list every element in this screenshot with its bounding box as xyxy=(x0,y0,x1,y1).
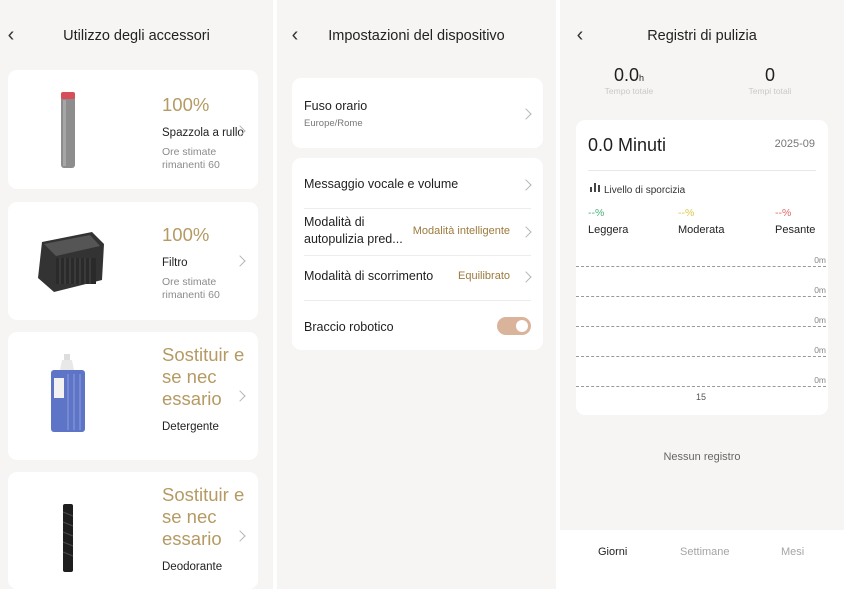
timezone-row[interactable]: Fuso orario Europe/Rome xyxy=(292,78,543,148)
total-time-value: 0.0h xyxy=(613,65,645,85)
y-axis-label: 0m xyxy=(814,315,826,325)
deodorant-icon xyxy=(62,504,74,572)
accessory-status: Sostituir e se nec essario xyxy=(162,344,245,409)
device-settings-panel: ‹ Impostazioni del dispositivo Fuso orar… xyxy=(277,0,556,589)
heavy-dirt-pct: --% xyxy=(775,207,792,219)
scroll-mode-row[interactable]: Modalità di scorrimento Equilibrato xyxy=(292,256,543,300)
grid-line xyxy=(576,386,826,387)
voice-volume-label: Messaggio vocale e volume xyxy=(304,177,459,191)
bar-chart-icon xyxy=(590,183,600,192)
accessory-status: 100% xyxy=(162,224,210,245)
robotic-arm-label: Braccio robotico xyxy=(304,320,394,334)
self-clean-mode-value: Modalità intelligente xyxy=(412,225,510,237)
grid-line xyxy=(576,356,826,357)
accessory-name: Deodorante xyxy=(162,561,223,573)
self-clean-mode-label: Modalità di autopulizia pred... xyxy=(304,215,403,246)
header: ‹ Impostazioni del dispositivo xyxy=(277,0,556,72)
chevron-right-icon xyxy=(520,179,532,191)
settings-group: Messaggio vocale e volume Modalità di au… xyxy=(292,158,543,350)
accessory-remaining: Ore stimate rimanenti 60 xyxy=(162,146,220,171)
accessory-card-filter[interactable]: 100% Filtro Ore stimate rimanenti 60 xyxy=(8,202,258,320)
moderate-dirt-label: Moderata xyxy=(678,224,725,236)
total-time-label: Tempo totale xyxy=(604,86,654,96)
empty-state-text: Nessun registro xyxy=(663,451,741,463)
timezone-value: Europe/Rome xyxy=(304,118,363,129)
cleaning-logs-panel: ‹ Registri di pulizia 0.0h Tempo totale … xyxy=(560,0,844,589)
roller-brush-icon xyxy=(61,92,75,168)
accessories-panel: ‹ Utilizzo degli accessori 100% Spazzola… xyxy=(0,0,273,589)
accessory-status: Sostituir e se nec essario xyxy=(162,484,245,549)
chevron-right-icon xyxy=(520,108,532,120)
log-chart-card: 0.0 Minuti 2025-09 Livello di sporcizia … xyxy=(576,120,828,415)
timezone-label: Fuso orario xyxy=(304,99,368,113)
y-axis-label: 0m xyxy=(814,345,826,355)
accessory-card-roller-brush[interactable]: 100% Spazzola a rullo Ore stimate rimane… xyxy=(8,70,258,189)
chevron-right-icon xyxy=(234,255,246,267)
toggle-knob xyxy=(516,320,528,332)
detergent-bottle-icon xyxy=(51,354,85,432)
total-count-label: Tempi totali xyxy=(748,86,792,96)
light-dirt-pct: --% xyxy=(588,207,605,219)
y-axis-label: 0m xyxy=(814,285,826,295)
accessory-name: Filtro xyxy=(162,257,188,269)
accessory-status: 100% xyxy=(162,94,210,115)
y-axis-label: 0m xyxy=(814,375,826,385)
minutes-total: 0.0 Minuti xyxy=(588,135,667,155)
filter-icon xyxy=(38,232,104,292)
accessory-remaining: Ore stimate rimanenti 60 xyxy=(162,276,220,301)
voice-volume-row[interactable]: Messaggio vocale e volume xyxy=(292,158,543,208)
x-axis-label: 15 xyxy=(696,392,707,402)
chevron-right-icon xyxy=(520,226,532,238)
period-tab-bar: Giorni Settimane Mesi xyxy=(560,530,844,589)
tab-days[interactable]: Giorni xyxy=(598,546,627,558)
scroll-mode-value: Equilibrato xyxy=(458,270,510,282)
tab-months[interactable]: Mesi xyxy=(781,546,804,558)
total-count-value: 0 xyxy=(764,65,775,85)
grid-line xyxy=(576,266,826,267)
grid-line xyxy=(576,326,826,327)
heavy-dirt-label: Pesante xyxy=(775,224,816,236)
grid-line xyxy=(576,296,826,297)
accessory-card-detergent[interactable]: Sostituir e se nec essario Detergente xyxy=(8,332,258,460)
header: ‹ Utilizzo degli accessori xyxy=(0,0,273,72)
month-selector[interactable]: 2025-09 xyxy=(775,138,815,150)
self-clean-mode-row[interactable]: Modalità di autopulizia pred... Modalità… xyxy=(292,209,543,255)
page-title: Registri di pulizia xyxy=(647,28,757,44)
accessory-name: Detergente xyxy=(162,421,219,433)
chevron-right-icon xyxy=(520,271,532,283)
y-axis-label: 0m xyxy=(814,255,826,265)
scroll-mode-label: Modalità di scorrimento xyxy=(304,269,434,283)
accessory-name: Spazzola a rullo xyxy=(162,127,244,139)
header: ‹ Registri di pulizia xyxy=(560,0,844,72)
accessory-card-deodorant[interactable]: Sostituir e se nec essario Deodorante xyxy=(8,472,258,589)
robotic-arm-row: Braccio robotico xyxy=(292,301,543,350)
tab-weeks[interactable]: Settimane xyxy=(680,546,730,558)
divider xyxy=(588,170,816,171)
robotic-arm-toggle[interactable] xyxy=(497,317,531,335)
dirt-level-title: Livello di sporcizia xyxy=(604,185,686,196)
light-dirt-label: Leggera xyxy=(588,224,629,236)
page-title: Impostazioni del dispositivo xyxy=(328,28,505,44)
page-title: Utilizzo degli accessori xyxy=(63,28,210,44)
moderate-dirt-pct: --% xyxy=(678,207,695,219)
